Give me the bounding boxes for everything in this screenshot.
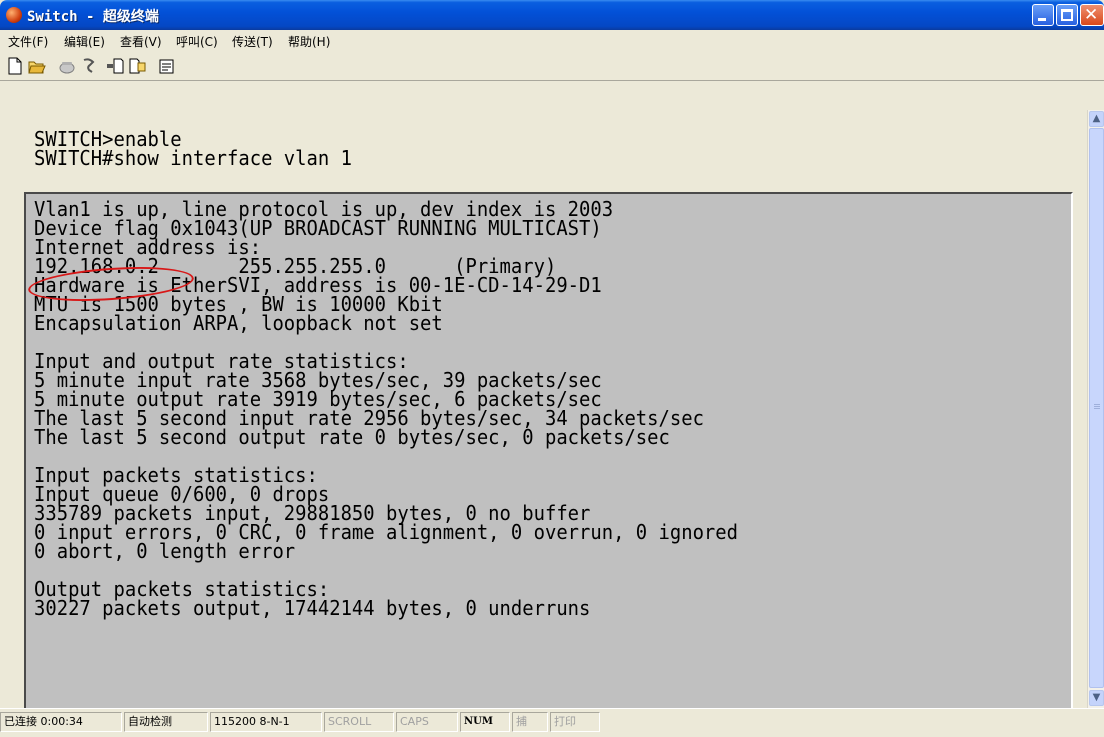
output-line: 0 abort, 0 length error bbox=[34, 539, 296, 563]
properties-icon[interactable] bbox=[158, 57, 176, 75]
menu-view[interactable]: 查看(V) bbox=[120, 33, 162, 50]
status-baud: 115200 8-N-1 bbox=[210, 712, 322, 732]
grip-icon bbox=[1094, 404, 1100, 405]
title-bar[interactable]: Switch - 超级终端 ✕ bbox=[0, 0, 1104, 30]
minimize-icon bbox=[1038, 18, 1046, 21]
scroll-up-button[interactable]: ▲ bbox=[1089, 111, 1104, 127]
disconnect-icon[interactable] bbox=[80, 57, 98, 75]
minimize-button[interactable] bbox=[1032, 4, 1054, 26]
scroll-thumb[interactable] bbox=[1089, 128, 1104, 688]
menu-edit[interactable]: 编辑(E) bbox=[64, 33, 105, 50]
open-folder-icon[interactable] bbox=[28, 57, 46, 75]
hyperterminal-icon[interactable] bbox=[6, 7, 22, 23]
close-button[interactable]: ✕ bbox=[1080, 4, 1104, 26]
status-bar: 已连接 0:00:34 自动检测 115200 8-N-1 SCROLL CAP… bbox=[0, 708, 1104, 737]
output-line: Encapsulation ARPA, loopback not set bbox=[34, 311, 443, 335]
status-num: NUM bbox=[460, 712, 510, 732]
scroll-down-button[interactable]: ▼ bbox=[1089, 690, 1104, 706]
maximize-button[interactable] bbox=[1056, 4, 1078, 26]
command-line: SWITCH#show interface vlan 1 bbox=[34, 146, 352, 170]
terminal-window[interactable]: SWITCH>enable SWITCH#show interface vlan… bbox=[4, 110, 1085, 708]
new-document-icon[interactable] bbox=[6, 57, 24, 75]
status-connection: 已连接 0:00:34 bbox=[0, 712, 122, 732]
close-icon: ✕ bbox=[1084, 5, 1099, 25]
output-line: The last 5 second output rate 0 bytes/se… bbox=[34, 425, 670, 449]
call-icon[interactable] bbox=[58, 57, 76, 75]
status-capture: 捕 bbox=[512, 712, 548, 732]
status-scroll: SCROLL bbox=[324, 712, 394, 732]
maximize-icon bbox=[1061, 9, 1073, 21]
status-detect: 自动检测 bbox=[124, 712, 208, 732]
command-history: SWITCH>enable SWITCH#show interface vlan… bbox=[34, 129, 380, 170]
vertical-scrollbar[interactable]: ▲ ▼ bbox=[1087, 110, 1104, 708]
status-caps: CAPS bbox=[396, 712, 458, 732]
menu-file[interactable]: 文件(F) bbox=[8, 33, 48, 50]
command-output[interactable]: Vlan1 is up, line protocol is up, dev in… bbox=[24, 192, 1073, 708]
send-icon[interactable] bbox=[106, 57, 124, 75]
output-line: 30227 packets output, 17442144 bytes, 0 … bbox=[34, 596, 591, 620]
status-print: 打印 bbox=[550, 712, 600, 732]
window-title: Switch - 超级终端 bbox=[27, 9, 159, 25]
menu-call[interactable]: 呼叫(C) bbox=[176, 33, 218, 50]
menu-help[interactable]: 帮助(H) bbox=[288, 33, 330, 50]
receive-icon[interactable] bbox=[128, 57, 146, 75]
toolbar bbox=[0, 52, 1104, 81]
menu-transfer[interactable]: 传送(T) bbox=[232, 33, 273, 50]
menu-bar: 文件(F) 编辑(E) 查看(V) 呼叫(C) 传送(T) 帮助(H) bbox=[0, 30, 1104, 52]
